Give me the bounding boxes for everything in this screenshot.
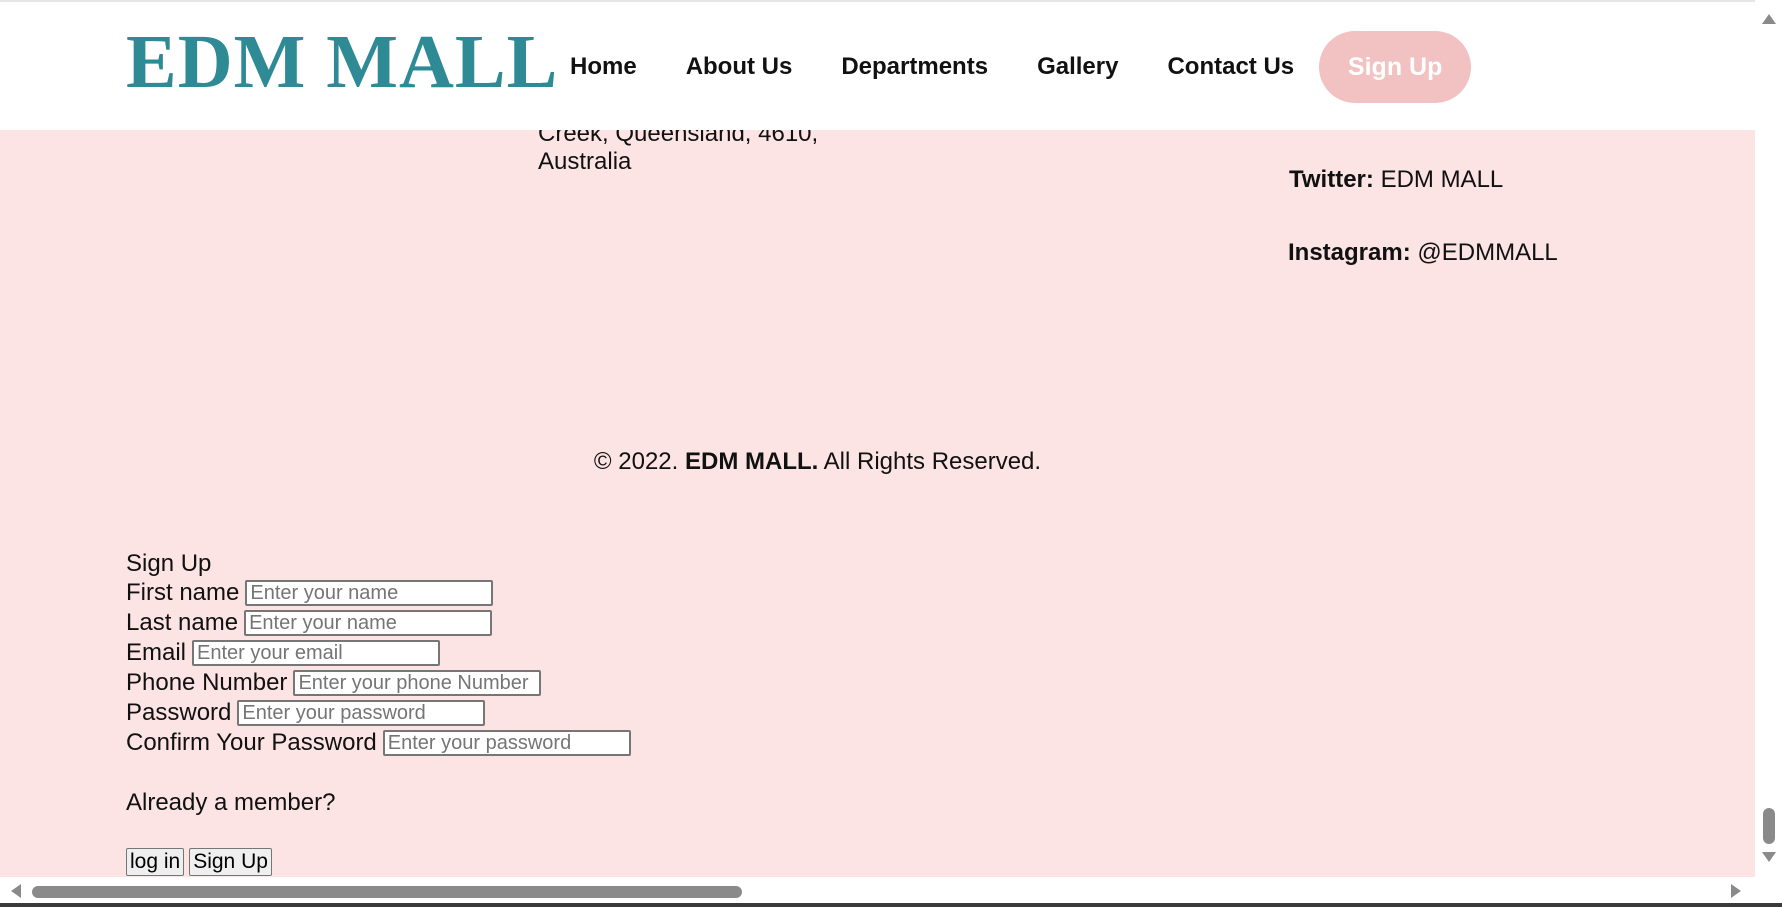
last-name-input[interactable] (244, 610, 493, 636)
form-title-row: Sign Up (126, 550, 631, 578)
instagram-label: Instagram: (1288, 239, 1411, 266)
address-line-2: Australia (538, 148, 632, 175)
scroll-up-arrow-icon[interactable] (1762, 14, 1776, 24)
site-logo[interactable]: EDM MALL (126, 24, 558, 100)
nav-gallery[interactable]: Gallery (1037, 53, 1118, 81)
copyright: © 2022. EDM MALL. All Rights Reserved. (0, 448, 1755, 476)
nav-contact-us[interactable]: Contact Us (1167, 53, 1294, 81)
copyright-brand: EDM MALL. (685, 448, 819, 475)
main-nav: Home About Us Departments Gallery Contac… (570, 30, 1472, 104)
page: Creek, Queensland, 4610, Australia Twitt… (0, 0, 1755, 877)
email-row: Email (126, 638, 631, 668)
scroll-down-arrow-icon[interactable] (1762, 852, 1776, 862)
instagram-contact: Instagram: @EDMMALL (1288, 239, 1558, 267)
scroll-right-arrow-icon[interactable] (1731, 884, 1741, 898)
copyright-suffix: All Rights Reserved. (823, 448, 1042, 475)
signup-submit-button[interactable]: Sign Up (189, 848, 272, 876)
phone-input[interactable] (293, 670, 542, 696)
password-input[interactable] (237, 700, 486, 726)
phone-row: Phone Number (126, 668, 631, 698)
twitter-label: Twitter: (1289, 166, 1374, 193)
login-button[interactable]: log in (126, 848, 185, 876)
member-prompt: Already a member? (126, 789, 336, 816)
confirm-password-row: Confirm Your Password (126, 728, 631, 758)
nav-home[interactable]: Home (570, 53, 637, 81)
vertical-scrollbar[interactable] (1755, 0, 1782, 877)
password-row: Password (126, 698, 631, 728)
twitter-contact: Twitter: EDM MALL (1289, 166, 1503, 194)
form-buttons: log in Sign Up (126, 848, 631, 876)
email-input[interactable] (192, 640, 441, 666)
first-name-label: First name (126, 579, 240, 606)
signup-form: Sign Up First name Last name Email Phone… (126, 550, 631, 876)
instagram-value: @EDMMALL (1417, 239, 1558, 266)
window-frame-edge (0, 903, 1782, 907)
last-name-label: Last name (126, 609, 239, 636)
last-name-row: Last name (126, 608, 631, 638)
phone-label: Phone Number (126, 669, 288, 696)
confirm-password-label: Confirm Your Password (126, 729, 377, 756)
first-name-row: First name (126, 578, 631, 608)
email-label: Email (126, 639, 187, 666)
nav-departments[interactable]: Departments (841, 53, 988, 81)
nav-about-us[interactable]: About Us (686, 53, 793, 81)
horizontal-scroll-thumb[interactable] (32, 886, 742, 898)
copyright-prefix: © 2022. (593, 448, 679, 475)
confirm-password-input[interactable] (382, 730, 631, 756)
nav-signup-button[interactable]: Sign Up (1319, 31, 1472, 103)
site-header: EDM MALL Home About Us Departments Galle… (0, 0, 1755, 130)
browser-viewport: Creek, Queensland, 4610, Australia Twitt… (0, 0, 1782, 907)
scroll-left-arrow-icon[interactable] (11, 884, 21, 898)
form-title: Sign Up (126, 550, 212, 577)
password-label: Password (126, 699, 232, 726)
first-name-input[interactable] (245, 580, 494, 606)
vertical-scroll-thumb[interactable] (1763, 808, 1775, 844)
twitter-value: EDM MALL (1380, 166, 1504, 193)
